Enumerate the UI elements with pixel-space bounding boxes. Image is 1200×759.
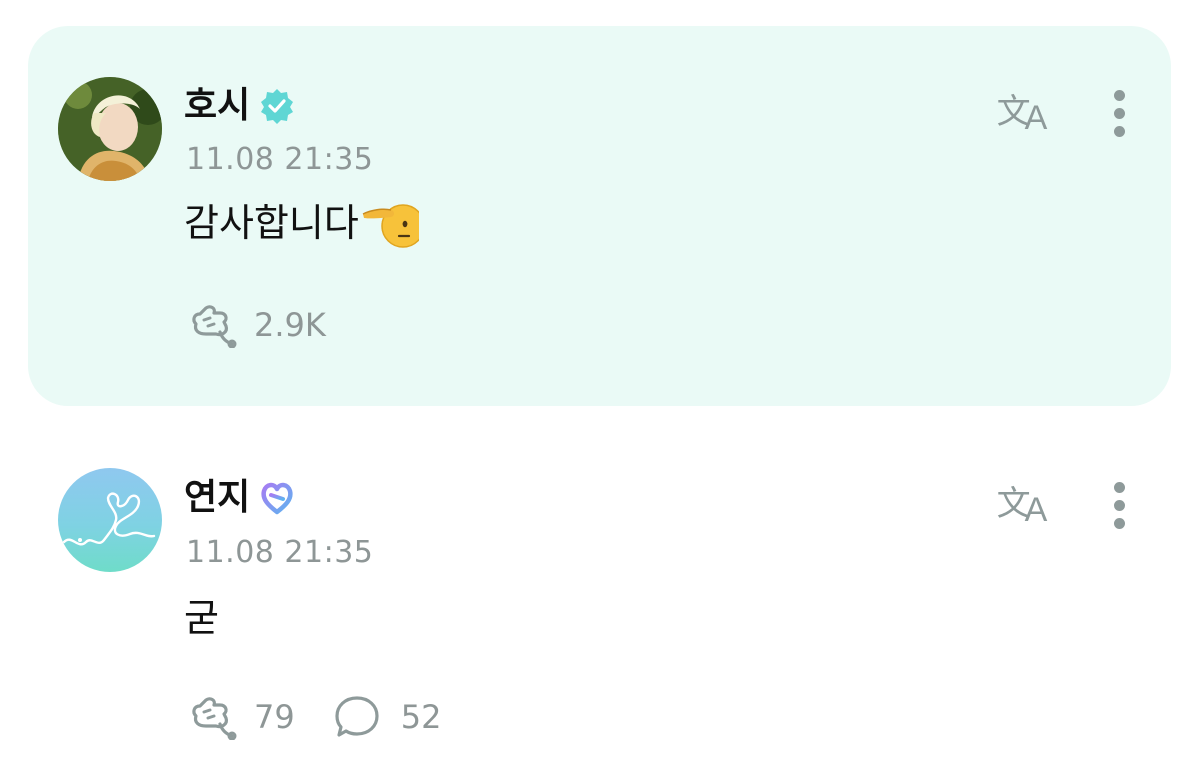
comment-text: 굳 xyxy=(184,593,219,643)
author-row: 호시 xyxy=(184,82,296,130)
translate-button[interactable]: 文A xyxy=(990,86,1054,138)
post-stats: 79 52 xyxy=(186,694,461,740)
translate-icon: 文A xyxy=(996,484,1048,529)
post-stats: 2.9K xyxy=(186,302,346,348)
more-dot xyxy=(1114,108,1125,119)
like-stat[interactable]: 2.9K xyxy=(186,302,326,348)
cheer-fist-icon xyxy=(192,697,237,740)
translate-button[interactable]: 文A xyxy=(990,478,1054,530)
author-name[interactable]: 연지 xyxy=(184,474,250,522)
post-card-yeonji: 연지 11.08 21:35 굳 79 52 文A xyxy=(28,430,1171,759)
comment-text: 감사합니다 xyxy=(184,198,419,248)
comment-body: 굳 xyxy=(184,596,219,640)
like-count: 79 xyxy=(254,698,295,736)
more-vertical-icon xyxy=(1114,482,1125,493)
comment-body: 감사합니다 xyxy=(184,201,359,245)
author-name[interactable]: 호시 xyxy=(184,82,250,130)
comment-feed: 호시 11.08 21:35 감사합니다 2.9K 文A 연지 11.08 21… xyxy=(0,0,1200,759)
more-dot xyxy=(1114,126,1125,137)
comment-count: 52 xyxy=(400,698,442,736)
verified-check-icon xyxy=(261,89,294,124)
more-dot xyxy=(1114,518,1125,529)
like-count: 2.9K xyxy=(254,306,326,344)
cheer-fist-icon xyxy=(192,305,237,348)
timestamp: 11.08 21:35 xyxy=(186,535,374,570)
post-card-hoshi: 호시 11.08 21:35 감사합니다 2.9K 文A xyxy=(28,26,1171,406)
avatar-image xyxy=(58,468,162,572)
avatar[interactable] xyxy=(58,77,162,181)
more-dot xyxy=(1114,500,1125,511)
timestamp: 11.08 21:35 xyxy=(186,142,374,177)
author-row: 연지 xyxy=(184,474,296,522)
like-stat[interactable]: 79 xyxy=(186,694,295,740)
more-options-button[interactable] xyxy=(1100,476,1140,536)
more-options-button[interactable] xyxy=(1100,84,1140,144)
avatar[interactable] xyxy=(58,468,162,572)
speech-bubble-icon xyxy=(335,696,379,737)
saluting-face-emoji-icon xyxy=(362,204,419,248)
avatar-image xyxy=(58,77,162,181)
comment-stat[interactable]: 52 xyxy=(333,694,442,740)
more-vertical-icon xyxy=(1114,90,1125,101)
purple-heart-badge-icon xyxy=(261,482,293,515)
translate-icon: 文A xyxy=(996,92,1048,137)
